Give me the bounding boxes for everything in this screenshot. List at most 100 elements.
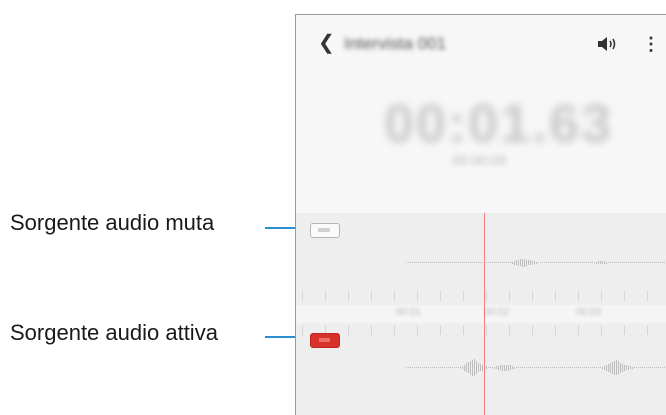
waveform-bar [420, 262, 421, 263]
waveform-bar [450, 367, 451, 368]
waveform-bar [640, 367, 641, 368]
waveform-bar [422, 367, 423, 368]
waveform-bar [446, 367, 447, 368]
waveform-bar [544, 262, 545, 263]
waveform-bar [506, 365, 507, 371]
ruler-tick [463, 325, 464, 335]
waveform-bar [462, 262, 463, 263]
waveform-bar [414, 262, 415, 263]
waveform-bar [508, 365, 509, 371]
more-options-icon[interactable]: ⋮ [642, 35, 660, 53]
waveform-bar [478, 363, 479, 372]
waveform-bar [504, 262, 505, 263]
waveform-bar [448, 262, 449, 263]
waveform-bar [472, 360, 473, 376]
waveform-bar [584, 367, 585, 368]
waveform-bar [532, 261, 533, 265]
waveform-bar [438, 262, 439, 263]
waveform-bar [616, 360, 617, 375]
waveform-bar [612, 362, 613, 374]
waveform-bar [458, 262, 459, 263]
waveform-bar [412, 367, 413, 368]
waveform-bar [472, 262, 473, 263]
waveform-bar [464, 262, 465, 263]
waveform-bar [418, 262, 419, 263]
waveform-bar [648, 367, 649, 368]
waveform-bar [618, 262, 619, 263]
waveform-bar [470, 361, 471, 375]
ruler-tick [509, 325, 510, 335]
waveform-bar [624, 365, 625, 371]
ruler-tick [486, 325, 487, 335]
elapsed-subtitle: 00:00:00 [452, 152, 507, 168]
waveform-bar [416, 367, 417, 368]
waveform-bar [476, 361, 477, 374]
ruler-label: 00:03 [576, 307, 602, 318]
waveform-bar [466, 363, 467, 372]
mute-toggle-off[interactable] [310, 223, 340, 238]
waveform-bar [408, 262, 409, 263]
waveform-bar [480, 262, 481, 263]
waveform-bar [548, 367, 549, 368]
waveform-bar [510, 365, 511, 370]
ruler-tick [463, 291, 464, 301]
waveform-bar [442, 262, 443, 263]
back-arrow-icon[interactable]: ❮ [318, 33, 335, 53]
waveform-bar [522, 259, 523, 267]
waveform-bar [564, 262, 565, 263]
waveform-bar [662, 262, 663, 263]
waveform-bar [648, 262, 649, 263]
waveform-bar [562, 262, 563, 263]
waveform-bar [444, 262, 445, 263]
waveform-bar [604, 261, 605, 264]
waveform-bar [618, 361, 619, 374]
waveform-bar [550, 367, 551, 368]
waveform-bar [494, 262, 495, 263]
waveform-bar [420, 367, 421, 368]
waveform-bar [564, 367, 565, 368]
waveform-bar [652, 262, 653, 263]
waveform-bar [582, 367, 583, 368]
waveform-bar [470, 262, 471, 263]
waveform-bar [456, 367, 457, 368]
waveform-bar [496, 262, 497, 263]
waveform-bar [632, 262, 633, 263]
waveform-bar [602, 261, 603, 264]
waveform-bar [582, 262, 583, 263]
mute-toggle-on[interactable] [310, 333, 340, 348]
waveform-bar [426, 367, 427, 368]
waveform-bar [466, 262, 467, 263]
waveform-bar [526, 367, 527, 368]
waveform-bar [566, 262, 567, 263]
ruler-tick [578, 325, 579, 335]
waveform-bar [410, 367, 411, 368]
waveform-bar [592, 262, 593, 263]
waveform-bar [520, 367, 521, 368]
waveform-bar [526, 260, 527, 266]
waveform-bar [534, 261, 535, 264]
waveform-bar [432, 367, 433, 368]
waveform-bar [646, 367, 647, 368]
waveform-bar [616, 262, 617, 263]
waveform-bar [488, 262, 489, 263]
waveform-bar [498, 366, 499, 370]
waveform-bar [598, 261, 599, 264]
ruler-tick [417, 325, 418, 335]
waveform-bar [578, 367, 579, 368]
ruler-tick [601, 325, 602, 335]
waveform-bar [626, 262, 627, 263]
ruler-tick [486, 291, 487, 301]
playhead-line[interactable] [484, 213, 485, 415]
waveform-bar [436, 367, 437, 368]
waveform-bar [604, 366, 605, 370]
waveform-bar [538, 262, 539, 263]
waveform-bar [482, 262, 483, 263]
waveform-bar [580, 367, 581, 368]
ruler-tick [647, 291, 648, 301]
waveform-bar [650, 367, 651, 368]
waveform-bar [550, 262, 551, 263]
waveform-bar [586, 262, 587, 263]
waveform-bar [646, 262, 647, 263]
waveform-bar [544, 367, 545, 368]
speaker-icon[interactable] [597, 35, 617, 53]
